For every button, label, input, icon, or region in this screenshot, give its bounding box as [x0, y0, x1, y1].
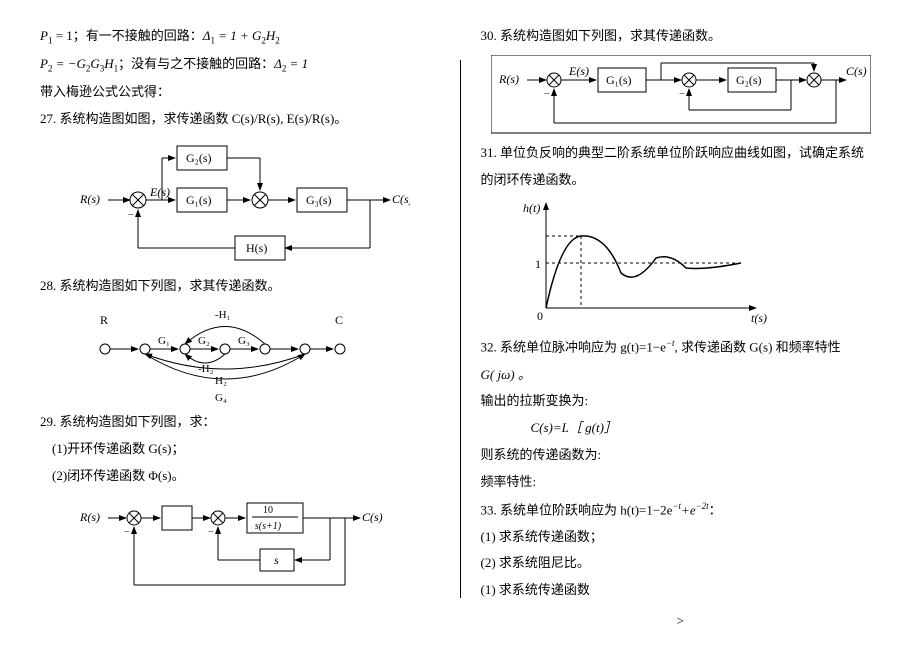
diagram-30: R(s) − E(s) G₁(s) − G₂(s)	[491, 55, 881, 135]
q33-1: (1) 求系统传递函数；	[481, 527, 881, 548]
label-C29: C(s)	[362, 510, 383, 524]
block-g1-30: G₁(s)	[606, 73, 632, 87]
footer-mark: >	[481, 611, 881, 632]
edge-g2: G₂	[198, 335, 210, 347]
xlabel: t(s)	[751, 311, 767, 325]
tick1: 1	[535, 257, 541, 271]
svg-text:−: −	[124, 527, 130, 538]
edge-g1: G₁	[158, 335, 170, 347]
label-E30: E(s)	[568, 64, 589, 78]
q33-3: (1) 求系统传递函数	[481, 580, 881, 601]
svg-text:−: −	[544, 89, 550, 100]
edge-g4: G₄	[215, 392, 227, 404]
q29-1: (1)开环传递函数 G(s)；	[52, 439, 440, 460]
q30-text: 30. 系统构造图如下列图，求其传递函数。	[481, 26, 881, 47]
meixun-text: 带入梅逊公式公式得：	[40, 82, 440, 103]
label-E: E(s)	[149, 185, 170, 199]
tf-den: s(s+1)	[255, 521, 282, 532]
block-g1: G₁(s)	[186, 193, 212, 207]
fb-s: s	[274, 553, 279, 567]
q32-g: G( jω) 。	[481, 365, 881, 386]
tf-num: 10	[263, 505, 273, 516]
edge-h2: H₂	[215, 375, 227, 387]
label-C30: C(s)	[846, 64, 867, 78]
left-column: P1 = 1；有一不接触的回路：Δ1 = 1 + G2H2 P2 = −G2G3…	[40, 20, 440, 638]
equation-p2: P2 = −G2G3H1；没有与之不接触的回路：Δ2 = 1	[40, 54, 440, 76]
label-R28: R	[100, 313, 108, 327]
q29-text: 29. 系统构造图如下列图，求：	[40, 412, 440, 433]
edge-h1: -H₁	[215, 309, 231, 321]
column-divider	[460, 60, 461, 598]
q27-text: 27. 系统构造图如图，求传递函数 C(s)/R(s), E(s)/R(s)。	[40, 109, 440, 130]
q28-text: 28. 系统构造图如下列图，求其传递函数。	[40, 276, 440, 297]
label-C28: C	[335, 313, 343, 327]
q29-2: (2)闭环传递函数 Φ(s)。	[52, 466, 440, 487]
equation-p1: P1 = 1；有一不接触的回路：Δ1 = 1 + G2H2	[40, 26, 440, 48]
q31-text: 31. 单位负反响的典型二阶系统单位阶跃响应曲线如图，试确定系统	[481, 143, 881, 164]
tf-line: 则系统的传递函数为:	[481, 445, 881, 466]
block-g3: G₃(s)	[306, 193, 332, 207]
diagram-27: R(s) − E(s) G₁(s) G₂(s)	[80, 138, 440, 268]
block-g2-30: G₂(s)	[736, 73, 762, 87]
svg-text:−: −	[208, 527, 214, 538]
svg-text:0: 0	[537, 309, 543, 323]
right-column: 30. 系统构造图如下列图，求其传递函数。 R(s) − E(s) G₁(s)	[481, 20, 881, 638]
svg-text:−: −	[128, 210, 134, 221]
q31-text-b: 的闭环传递函数。	[481, 170, 881, 191]
edge-g3: G₃	[238, 335, 250, 347]
label-R30: R(s)	[498, 72, 519, 86]
graph-31: h(t) t(s) 1 0	[511, 198, 881, 328]
label-R: R(s)	[80, 192, 100, 206]
q33-2: (2) 求系统阻尼比。	[481, 553, 881, 574]
ylabel: h(t)	[523, 201, 540, 215]
svg-text:−: −	[679, 89, 685, 100]
laplace-eq: C(s)=L［ g(t)］	[531, 418, 881, 439]
diagram-29: R(s) − − 10 s(s+1) C(s)	[80, 495, 440, 595]
laplace-text: 输出的拉斯变换为:	[481, 391, 881, 412]
page-content: P1 = 1；有一不接触的回路：Δ1 = 1 + G2H2 P2 = −G2G3…	[40, 20, 880, 638]
block-h: H(s)	[246, 241, 267, 255]
freq-line: 频率特性:	[481, 472, 881, 493]
q33-text: 33. 系统单位阶跃响应为 h(t)=1−2e−t+e−2t：	[481, 499, 881, 521]
label-C: C(s)	[392, 192, 410, 206]
q32-text: 32. 系统单位脉冲响应为 g(t)=1−e−t, 求传递函数 G(s) 和频率…	[481, 336, 881, 358]
label-R29: R(s)	[80, 510, 100, 524]
block-g2: G₂(s)	[186, 151, 212, 165]
diagram-28: R C G₁ G₂ G₃	[80, 304, 440, 404]
